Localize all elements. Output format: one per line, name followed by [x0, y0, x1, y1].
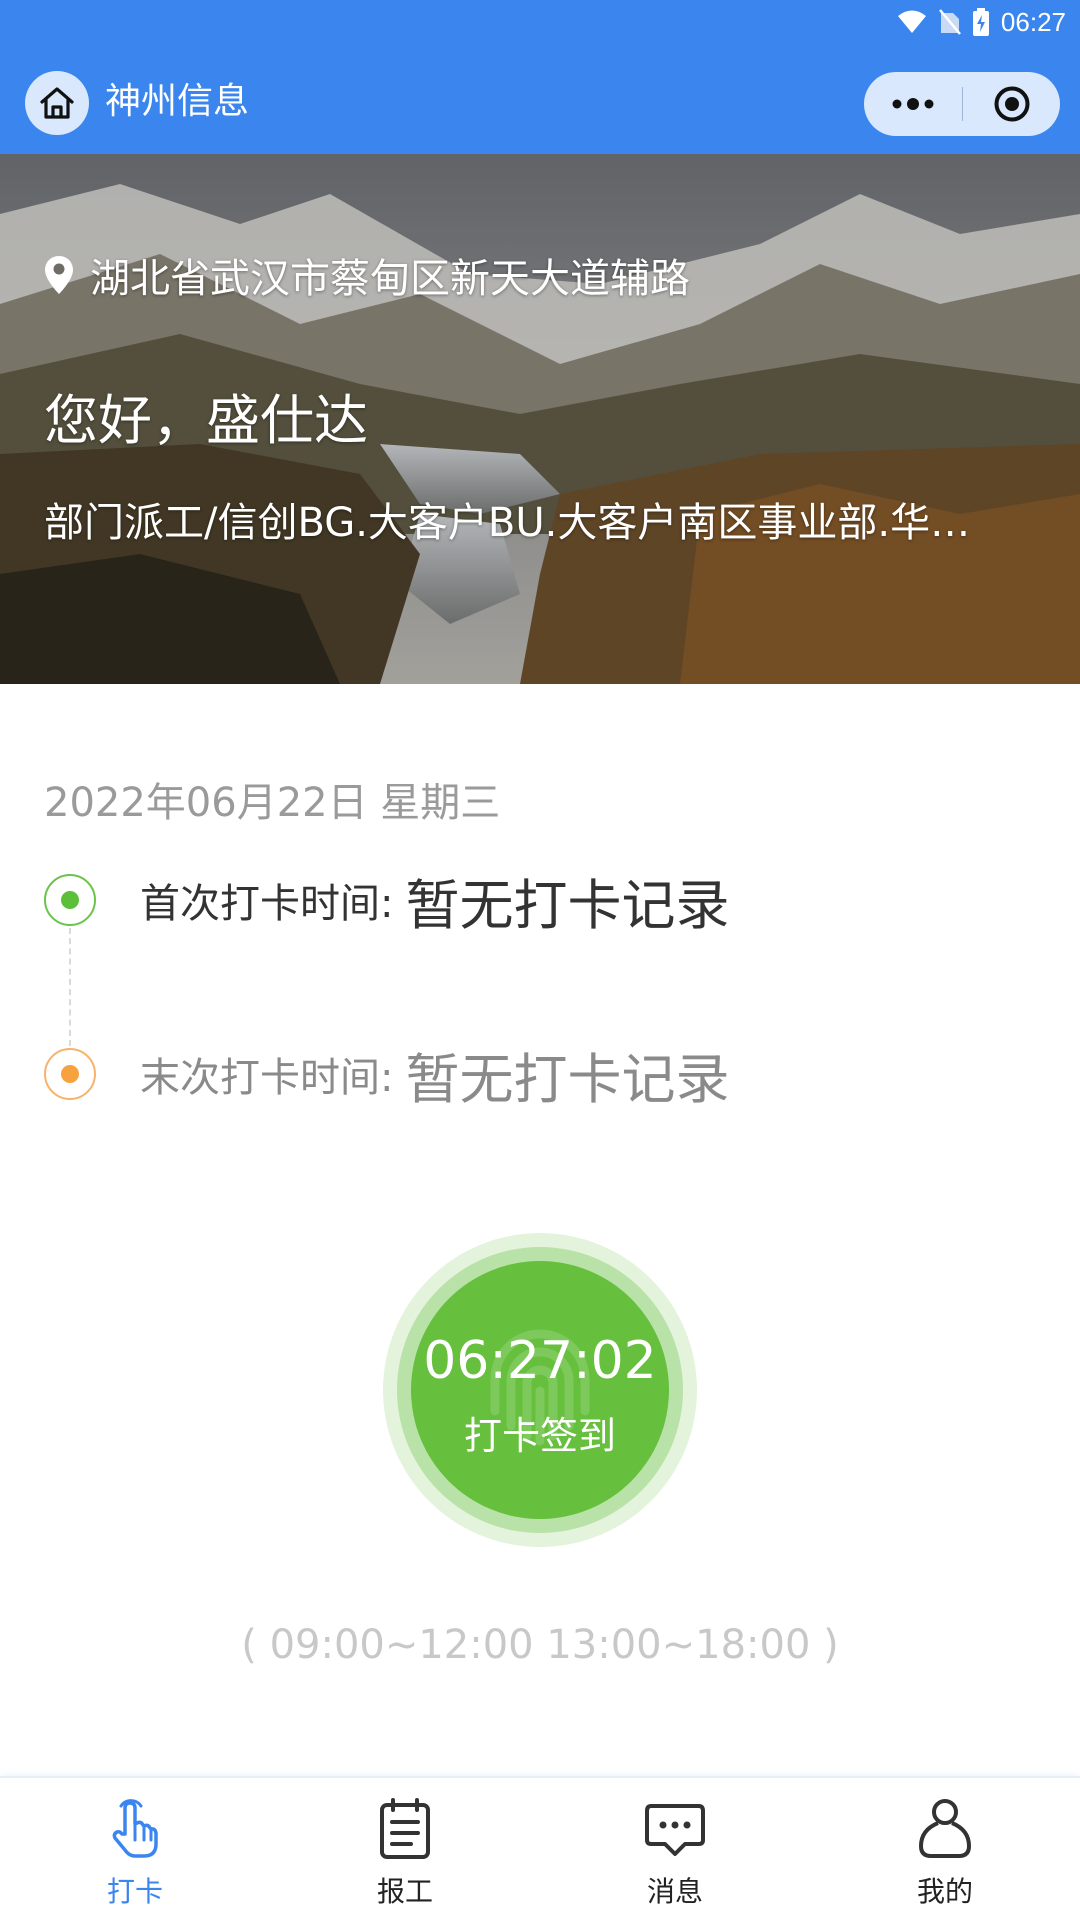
tab-label-profile: 我的 [916, 1875, 973, 1908]
tap-finger-icon [112, 1799, 158, 1858]
more-button[interactable] [864, 72, 962, 136]
wifi-icon [897, 10, 926, 33]
status-icons: 06:27 [897, 6, 1066, 38]
hero-banner: 湖北省武汉市蔡甸区新天大道辅路 您好，盛仕达 部门派工/信创BG.大客户BU.大… [0, 154, 1080, 684]
first-record-value: 暂无打卡记录 [405, 873, 730, 937]
last-record-dot-icon [44, 1048, 96, 1100]
status-time: 06:27 [1000, 6, 1066, 37]
clock-in-time: 06:27:02 [423, 1331, 657, 1391]
home-icon [40, 87, 74, 119]
message-icon [645, 1804, 705, 1856]
last-clock-record: 末次打卡时间: 暂无打卡记录 [44, 1044, 729, 1111]
home-button[interactable] [25, 71, 89, 135]
work-hours: ( 09:00~12:00 13:00~18:00 ) [241, 1622, 839, 1668]
profile-icon [919, 1799, 971, 1858]
location-text: 湖北省武汉市蔡甸区新天大道辅路 [90, 256, 690, 302]
clock-in-label: 打卡签到 [463, 1414, 616, 1458]
clipboard-icon [380, 1798, 430, 1859]
first-record-label: 首次打卡时间: [140, 881, 394, 927]
more-dots-icon [892, 98, 934, 110]
clock-in-ring: 06:27:02 打卡签到 [397, 1247, 683, 1533]
last-record-value: 暂无打卡记录 [405, 1047, 730, 1111]
tab-label-clock-in: 打卡 [106, 1875, 163, 1908]
clock-in-core: 06:27:02 打卡签到 [411, 1261, 669, 1519]
current-date: 2022年06月22日 星期三 [44, 780, 501, 826]
tab-clock-in[interactable]: 打卡 [0, 1778, 270, 1920]
timeline-connector [69, 928, 71, 1046]
no-sim-icon [938, 9, 961, 35]
tab-messages[interactable]: 消息 [540, 1778, 810, 1920]
tab-label-report-work: 报工 [376, 1875, 433, 1908]
greeting: 您好，盛仕达 [44, 389, 368, 452]
close-button[interactable] [963, 72, 1060, 136]
department-text: 部门派工/信创BG.大客户BU.大客户南区事业部.华… [44, 500, 971, 546]
tab-label-messages: 消息 [646, 1875, 703, 1908]
nav-bar: 神州信息 [0, 44, 1080, 154]
first-clock-record: 首次打卡时间: 暂无打卡记录 [44, 870, 729, 937]
tab-profile[interactable]: 我的 [810, 1778, 1080, 1920]
location-pin-icon [45, 256, 73, 294]
last-record-label: 末次打卡时间: [140, 1055, 394, 1101]
battery-charging-icon [972, 8, 989, 36]
bottom-tab-bar: 打卡 报工 消息 我的 [0, 1776, 1080, 1920]
close-target-icon [994, 86, 1029, 122]
tab-report-work[interactable]: 报工 [270, 1778, 540, 1920]
first-record-dot-icon [44, 874, 96, 926]
mini-program-capsule [864, 72, 1060, 136]
location-row: 湖北省武汉市蔡甸区新天大道辅路 [44, 246, 690, 304]
status-bar: 06:27 [0, 0, 1080, 44]
clock-in-button[interactable]: 06:27:02 打卡签到 [383, 1233, 697, 1547]
page-title: 神州信息 [105, 81, 250, 122]
